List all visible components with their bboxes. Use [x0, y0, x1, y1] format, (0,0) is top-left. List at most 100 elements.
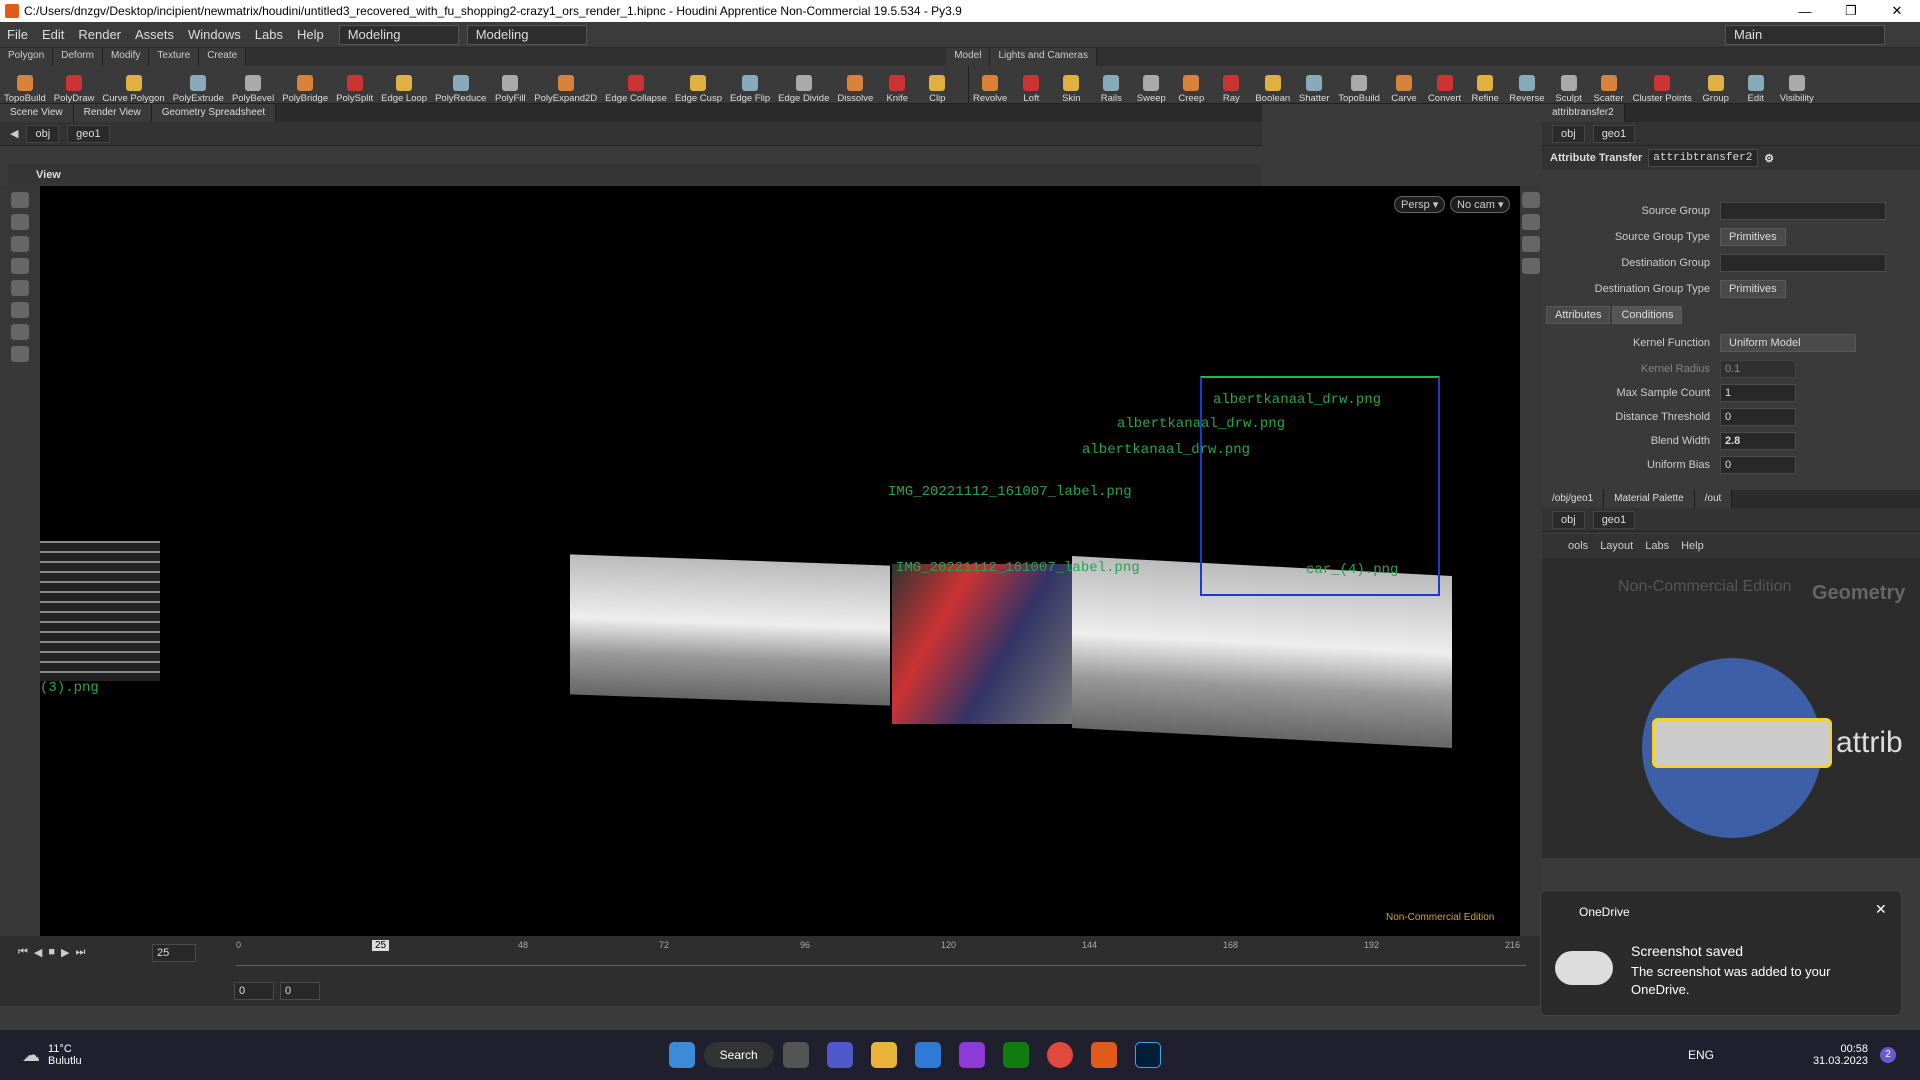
search-button[interactable]: Search — [703, 1042, 774, 1068]
lighting-icon[interactable] — [1522, 214, 1540, 230]
shelf-tool-polysplit[interactable]: PolySplit — [332, 66, 377, 103]
menu-file[interactable]: File — [0, 27, 35, 42]
shelf-tool-reverse[interactable]: Reverse — [1505, 66, 1548, 103]
camera-menu[interactable]: No cam ▾ — [1450, 196, 1511, 213]
close-button[interactable]: ✕ — [1874, 3, 1920, 19]
source-group-field[interactable] — [1720, 202, 1886, 220]
task-view-icon[interactable] — [782, 1042, 809, 1068]
move-tool-icon[interactable] — [11, 214, 29, 230]
net-menu-tools[interactable]: ools — [1568, 540, 1588, 552]
param-path-geo[interactable]: geo1 — [1592, 124, 1636, 143]
language-indicator[interactable]: ENG — [1688, 1048, 1714, 1062]
view-tool-icon[interactable] — [11, 324, 29, 340]
shelf-tool-rails[interactable]: Rails — [1091, 66, 1131, 103]
shelf-tab-texture[interactable]: Texture — [149, 48, 200, 66]
display-options-icon[interactable] — [1522, 192, 1540, 208]
path-geo[interactable]: geo1 — [67, 124, 110, 143]
persp-menu[interactable]: Persp ▾ — [1394, 196, 1446, 213]
chrome-icon[interactable] — [1046, 1042, 1073, 1068]
shelf-tool-polybevel[interactable]: PolyBevel — [228, 66, 278, 103]
kernel-radius-field[interactable]: 0.1 — [1720, 360, 1796, 378]
file-explorer-icon[interactable] — [870, 1042, 897, 1068]
xbox-icon[interactable] — [1002, 1042, 1029, 1068]
shelf-tool-visibility[interactable]: Visibility — [1776, 66, 1818, 103]
shelf-tab-create[interactable]: Create — [199, 48, 247, 66]
shelf-tool-polyreduce[interactable]: PolyReduce — [431, 66, 490, 103]
tab-out[interactable]: /out — [1694, 490, 1733, 508]
shelf-tool-convert[interactable]: Convert — [1424, 66, 1465, 103]
net-path-obj[interactable]: obj — [1552, 510, 1585, 529]
shelf-tool-polyextrude[interactable]: PolyExtrude — [169, 66, 228, 103]
shelf-tool-polybridge[interactable]: PolyBridge — [278, 66, 332, 103]
source-group-type-menu[interactable]: Primitives — [1720, 228, 1786, 246]
rotate-tool-icon[interactable] — [11, 236, 29, 252]
teams-icon[interactable] — [826, 1042, 853, 1068]
stop-button[interactable]: ■ — [48, 946, 55, 959]
current-frame-field[interactable]: 25 — [152, 944, 196, 962]
dest-group-field[interactable] — [1720, 254, 1886, 272]
network-view[interactable]: Non-Commercial Edition Geometry attrib — [1542, 558, 1920, 858]
step-back-button[interactable]: ◀ — [34, 946, 42, 959]
range-end-field[interactable]: 0 — [280, 982, 320, 1000]
scale-tool-icon[interactable] — [11, 258, 29, 274]
shelf-tool-shatter[interactable]: Shatter — [1294, 66, 1334, 103]
tab-scene-view[interactable]: Scene View — [0, 104, 74, 122]
shelf-tool-scatter[interactable]: Scatter — [1589, 66, 1629, 103]
minimize-button[interactable]: — — [1782, 4, 1828, 19]
back-arrow-icon[interactable]: ◀ — [10, 127, 18, 140]
net-path-geo[interactable]: geo1 — [1592, 510, 1636, 529]
shelf-tool-carve[interactable]: Carve — [1384, 66, 1424, 103]
app-icon[interactable] — [958, 1042, 985, 1068]
shelf-tool-polydraw[interactable]: PolyDraw — [50, 66, 99, 103]
shelf-tab-modify[interactable]: Modify — [102, 48, 150, 66]
shelf-tool-cluster-points[interactable]: Cluster Points — [1629, 66, 1696, 103]
shelf-tab-lights[interactable]: Lights and Cameras — [990, 48, 1097, 66]
shelf-tool-creep[interactable]: Creep — [1171, 66, 1211, 103]
param-path-obj[interactable]: obj — [1552, 124, 1585, 143]
shelf-tab-model[interactable]: Model — [946, 48, 991, 66]
houdini-icon[interactable] — [1090, 1042, 1117, 1068]
shelf-tool-edge-loop[interactable]: Edge Loop — [377, 66, 431, 103]
shelf-tool-sculpt[interactable]: Sculpt — [1549, 66, 1589, 103]
context-dropdown[interactable]: Modeling — [466, 24, 587, 45]
handle-tool-icon[interactable] — [11, 280, 29, 296]
shelf-tool-ray[interactable]: Ray — [1211, 66, 1251, 103]
3d-viewport[interactable]: Persp ▾ No cam ▾ albertkanaal_drw.png al… — [40, 186, 1520, 936]
snap-tool-icon[interactable] — [11, 346, 29, 362]
blend-width-field[interactable]: 2.8 — [1720, 432, 1796, 450]
uniform-bias-field[interactable]: 0 — [1720, 456, 1796, 474]
distance-threshold-field[interactable]: 0 — [1720, 408, 1796, 426]
start-icon[interactable] — [668, 1042, 695, 1068]
tab-obj-geo1[interactable]: /obj/geo1 — [1542, 490, 1605, 508]
shelf-tab-polygon[interactable]: Polygon — [0, 48, 54, 66]
menu-render[interactable]: Render — [71, 27, 128, 42]
close-icon[interactable]: ✕ — [1875, 901, 1887, 918]
shelf-tool-polyfill[interactable]: PolyFill — [490, 66, 530, 103]
shelf-tool-loft[interactable]: Loft — [1011, 66, 1051, 103]
first-frame-button[interactable]: ⏮ — [18, 946, 28, 959]
range-start-field[interactable]: 0 — [234, 982, 274, 1000]
clock-time[interactable]: 00:58 — [1808, 1043, 1868, 1055]
main-dropdown[interactable]: Main — [1725, 24, 1885, 45]
net-menu-layout[interactable]: Layout — [1600, 540, 1633, 552]
shelf-tool-curve-polygon[interactable]: Curve Polygon — [98, 66, 168, 103]
shelf-tool-edit[interactable]: Edit — [1736, 66, 1776, 103]
last-frame-button[interactable]: ⏭ — [76, 946, 86, 959]
weather-icon[interactable]: ☁ — [22, 1045, 40, 1066]
play-button[interactable]: ▶ — [61, 946, 69, 959]
store-icon[interactable] — [914, 1042, 941, 1068]
shelf-tool-revolve[interactable]: Revolve — [969, 66, 1011, 103]
photoshop-icon[interactable] — [1134, 1042, 1161, 1068]
shelf-tool-group[interactable]: Group — [1696, 66, 1736, 103]
desktop-dropdown[interactable]: Modeling — [338, 24, 459, 45]
tab-render-view[interactable]: Render View — [73, 104, 152, 122]
menu-edit[interactable]: Edit — [35, 27, 71, 42]
dest-group-type-menu[interactable]: Primitives — [1720, 280, 1786, 298]
attribtransfer-node[interactable] — [1652, 718, 1832, 768]
tab-attributes[interactable]: Attributes — [1546, 306, 1611, 324]
menu-windows[interactable]: Windows — [181, 27, 248, 42]
shelf-tool-edge-collapse[interactable]: Edge Collapse — [601, 66, 671, 103]
notification-badge[interactable]: 2 — [1880, 1047, 1896, 1063]
shelf-tool-edge-flip[interactable]: Edge Flip — [726, 66, 774, 103]
shelf-tool-edge-divide[interactable]: Edge Divide — [774, 66, 833, 103]
